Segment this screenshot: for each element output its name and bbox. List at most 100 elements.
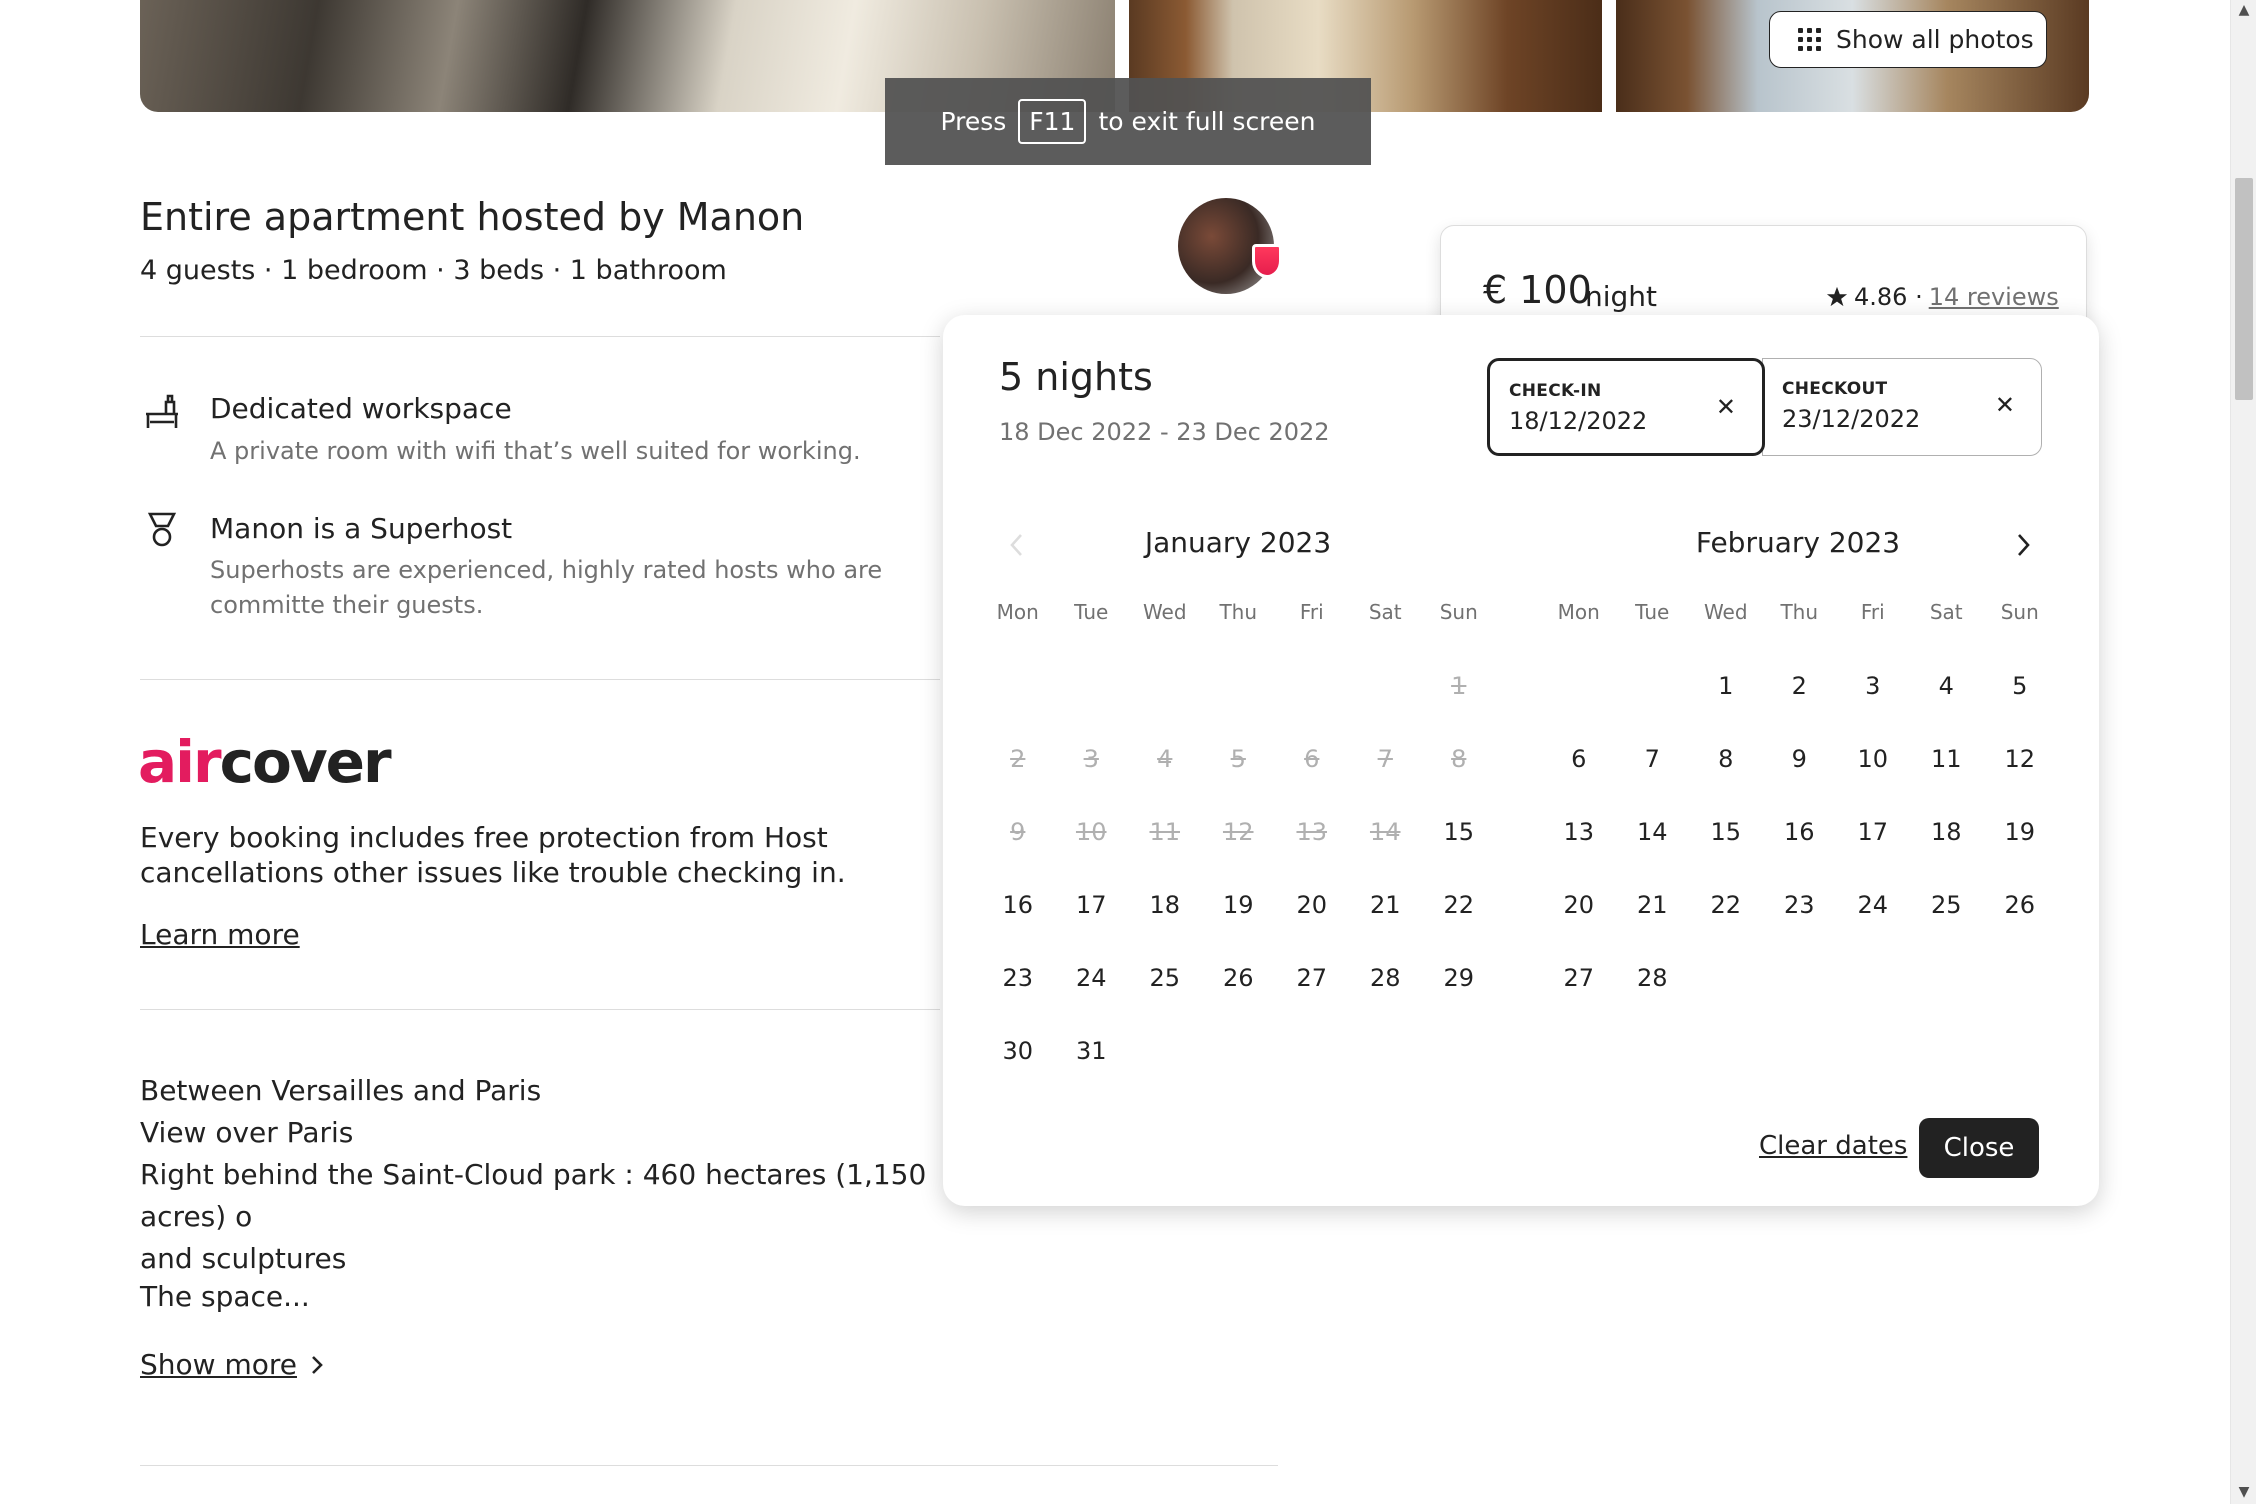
clear-checkin-icon[interactable]: ✕ xyxy=(1716,393,1736,421)
calendar-day[interactable]: 7 xyxy=(1616,722,1690,795)
description-line: View over Paris xyxy=(140,1116,354,1149)
calendar-day[interactable]: 29 xyxy=(1422,941,1496,1014)
calendar-day[interactable]: 27 xyxy=(1275,941,1349,1014)
nightly-price: € 100 xyxy=(1483,268,1592,312)
calendar-day[interactable]: 9 xyxy=(1763,722,1837,795)
calendar-day[interactable]: 15 xyxy=(1689,795,1763,868)
checkin-field[interactable]: CHECK-IN 18/12/2022 ✕ xyxy=(1487,358,1765,456)
calendar-day[interactable]: 21 xyxy=(1349,868,1423,941)
calendar-day[interactable]: 16 xyxy=(981,868,1055,941)
calendar-day[interactable]: 26 xyxy=(1983,868,2057,941)
weekday-label: Tue xyxy=(1074,600,1109,624)
calendar-day[interactable]: 25 xyxy=(1128,941,1202,1014)
weekday-header-february: Mon Tue Wed Thu Fri Sat Sun xyxy=(1542,600,2057,624)
calendar-day[interactable]: 14 xyxy=(1616,795,1690,868)
calendar-day-unavailable: 3 xyxy=(1083,744,1099,773)
aircover-text: Every booking includes free protection f… xyxy=(140,821,846,889)
calendar-day-unavailable: 11 xyxy=(1149,817,1181,846)
calendar-day[interactable]: 28 xyxy=(1616,941,1690,1014)
grid-icon xyxy=(1798,27,1822,52)
calendar-day[interactable]: 31 xyxy=(1055,1014,1129,1087)
calendar-day[interactable]: 27 xyxy=(1542,941,1616,1014)
checkin-label: CHECK-IN xyxy=(1509,381,1602,401)
description-line: and sculptures xyxy=(140,1242,347,1275)
fullscreen-toast: Press F11 to exit full screen xyxy=(885,78,1371,165)
show-all-photos-button[interactable]: Show all photos xyxy=(1769,11,2047,68)
reviews-link[interactable]: 14 reviews xyxy=(1929,283,2059,311)
calendar-day[interactable]: 5 xyxy=(1983,649,2057,722)
listing-description: Between Versailles and Paris View over P… xyxy=(140,1070,940,1280)
calendar-day[interactable]: 18 xyxy=(1128,868,1202,941)
calendar-day[interactable]: 17 xyxy=(1836,795,1910,868)
prev-month-icon[interactable] xyxy=(999,527,1035,563)
empty-day-cell xyxy=(1542,649,1616,722)
calendar-day[interactable]: 19 xyxy=(1983,795,2057,868)
calendar-day[interactable]: 18 xyxy=(1910,795,1984,868)
empty-day-cell xyxy=(1616,649,1690,722)
calendar-day-unavailable: 1 xyxy=(1451,671,1467,700)
calendar-day[interactable]: 25 xyxy=(1910,868,1984,941)
weekday-label: Tue xyxy=(1635,600,1670,624)
weekday-label: Sun xyxy=(2000,600,2039,624)
calendar-day[interactable]: 15 xyxy=(1422,795,1496,868)
space-title: The space... xyxy=(140,1280,310,1313)
scroll-up-icon[interactable]: ▲ xyxy=(2231,2,2256,18)
page-scrollbar[interactable]: ▲ ▼ xyxy=(2230,0,2256,1504)
calendar-day[interactable]: 20 xyxy=(1542,868,1616,941)
rating-summary: 4.86 · 14 reviews xyxy=(1826,283,2059,311)
calendar-day-unavailable: 12 xyxy=(1222,817,1254,846)
next-month-icon[interactable] xyxy=(2005,527,2041,563)
desk-icon xyxy=(146,394,178,428)
calendar-day[interactable]: 13 xyxy=(1542,795,1616,868)
calendar-day[interactable]: 22 xyxy=(1422,868,1496,941)
price-unit: night xyxy=(1585,280,1658,313)
calendar-day[interactable]: 24 xyxy=(1836,868,1910,941)
calendar-day[interactable]: 30 xyxy=(981,1014,1055,1087)
learn-more-link[interactable]: Learn more xyxy=(140,918,300,951)
calendar-day[interactable]: 1 xyxy=(1689,649,1763,722)
checkin-value: 18/12/2022 xyxy=(1509,407,1648,435)
calendar-day-unavailable: 7 xyxy=(1377,744,1393,773)
calendar-day[interactable]: 26 xyxy=(1202,941,1276,1014)
calendar-day[interactable]: 2 xyxy=(1763,649,1837,722)
scroll-thumb[interactable] xyxy=(2235,178,2253,400)
calendar-day[interactable]: 4 xyxy=(1910,649,1984,722)
divider xyxy=(140,336,940,337)
weekday-label: Sat xyxy=(1368,600,1402,624)
calendar-day[interactable]: 23 xyxy=(1763,868,1837,941)
show-all-photos-label: Show all photos xyxy=(1836,25,2034,54)
calendar-day[interactable]: 22 xyxy=(1689,868,1763,941)
clear-checkout-icon[interactable]: ✕ xyxy=(1995,391,2015,419)
calendar-day[interactable]: 16 xyxy=(1763,795,1837,868)
calendar-day[interactable]: 17 xyxy=(1055,868,1129,941)
calendar-day-unavailable: 2 xyxy=(1010,744,1026,773)
empty-day-cell xyxy=(1202,649,1276,722)
calendar-day[interactable]: 28 xyxy=(1349,941,1423,1014)
calendar-day[interactable]: 8 xyxy=(1689,722,1763,795)
calendar-day[interactable]: 24 xyxy=(1055,941,1129,1014)
calendar-day[interactable]: 21 xyxy=(1616,868,1690,941)
weekday-label: Fri xyxy=(1299,600,1324,624)
month-grid-february: 1 2 3 4 5 6 7 8 9 10 11 12 13 14 15 16 17 18 19 20 21 22 23 24 2… xyxy=(1542,649,2057,1014)
calendar-day[interactable]: 11 xyxy=(1910,722,1984,795)
checkout-field[interactable]: CHECKOUT 23/12/2022 ✕ xyxy=(1762,358,2042,456)
calendar-day[interactable]: 20 xyxy=(1275,868,1349,941)
scroll-down-icon[interactable]: ▼ xyxy=(2231,1484,2256,1500)
calendar-day[interactable]: 10 xyxy=(1836,722,1910,795)
calendar-day-unavailable: 8 xyxy=(1451,744,1467,773)
show-more-button[interactable]: Show more xyxy=(140,1348,325,1381)
superhost-medal-icon xyxy=(147,512,177,547)
divider xyxy=(140,1009,940,1010)
calendar-day[interactable]: 12 xyxy=(1983,722,2057,795)
calendar-day[interactable]: 6 xyxy=(1542,722,1616,795)
calendar-day[interactable]: 23 xyxy=(981,941,1055,1014)
calendar-day[interactable]: 3 xyxy=(1836,649,1910,722)
date-range: 18 Dec 2022 - 23 Dec 2022 xyxy=(999,418,1330,446)
feature-desc-superhost: Superhosts are experienced, highly rated… xyxy=(210,556,883,619)
close-button[interactable]: Close xyxy=(1919,1118,2039,1178)
listing-subtitle: 4 guests · 1 bedroom · 3 beds · 1 bathro… xyxy=(140,255,727,286)
calendar-day[interactable]: 19 xyxy=(1202,868,1276,941)
clear-dates-button[interactable]: Clear dates xyxy=(1759,1131,1907,1161)
calendar-day-unavailable: 6 xyxy=(1304,744,1320,773)
empty-day-cell xyxy=(1275,649,1349,722)
